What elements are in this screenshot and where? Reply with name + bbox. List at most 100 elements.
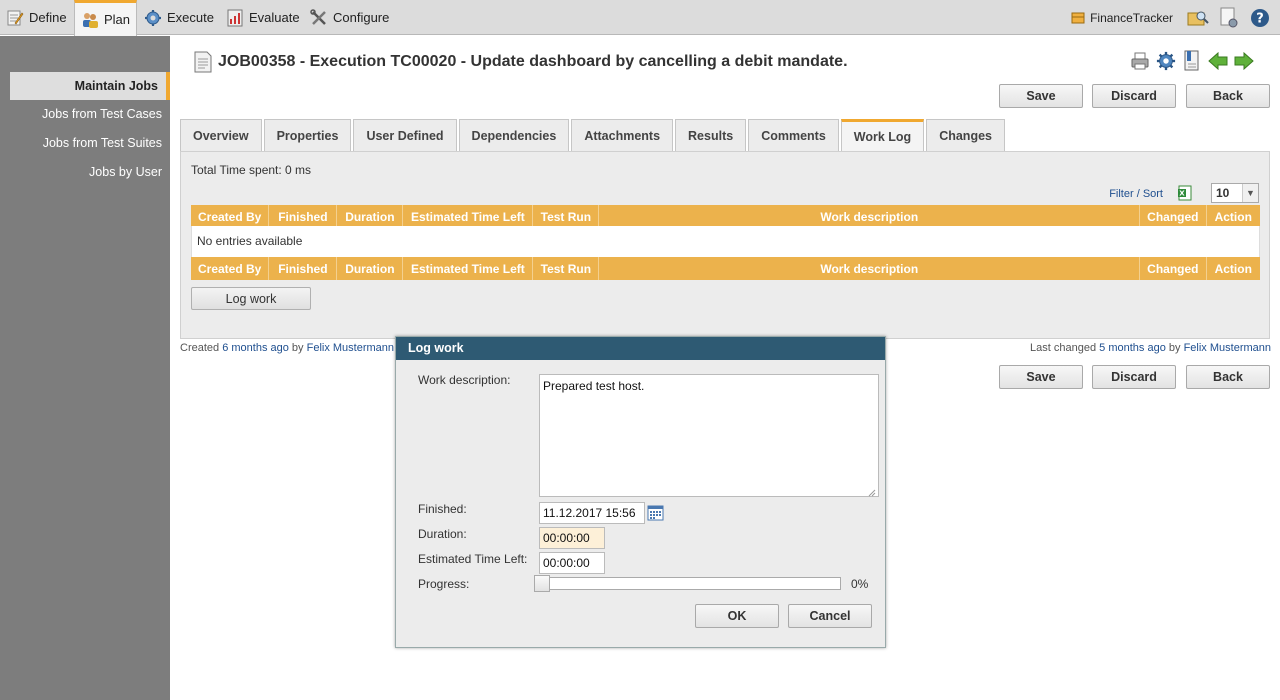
excel-export-icon[interactable]: X — [1177, 185, 1193, 201]
pencil-notepad-icon — [6, 9, 24, 27]
nav-define[interactable]: Define — [0, 0, 73, 35]
nav-define-label: Define — [29, 10, 67, 25]
last-changed-info: Last changed 5 months ago by Felix Muste… — [1030, 342, 1271, 354]
column-finished[interactable]: Finished — [268, 257, 338, 280]
svg-text:?: ? — [1256, 11, 1264, 26]
nav-configure-label: Configure — [333, 10, 390, 25]
column-duration[interactable]: Duration — [336, 205, 404, 228]
sidebar-item-jobs-from-test-cases[interactable]: Jobs from Test Cases — [42, 107, 162, 121]
work-description-textarea[interactable]: Prepared test host. — [539, 374, 879, 497]
progress-slider-handle[interactable] — [534, 575, 550, 592]
log-work-button[interactable]: Log work — [191, 287, 311, 310]
top-navigation-bar: Define Plan Execute Evaluate Configure F… — [0, 0, 1280, 36]
page-title: JOB00358 - Execution TC00020 - Update da… — [218, 53, 848, 70]
print-icon[interactable] — [1130, 50, 1150, 72]
ok-button[interactable]: OK — [695, 604, 779, 628]
save-button-top[interactable]: Save — [999, 84, 1083, 108]
users-plan-icon — [81, 11, 99, 29]
progress-label: Progress: — [418, 577, 470, 591]
discard-button-bottom[interactable]: Discard — [1092, 365, 1176, 389]
tab-attachments[interactable]: Attachments — [571, 119, 674, 151]
nav-plan-label: Plan — [104, 12, 131, 27]
created-info: Created 6 months ago by Felix Mustermann — [180, 342, 394, 354]
column-test-run[interactable]: Test Run — [532, 205, 600, 228]
column-estimated-time-left[interactable]: Estimated Time Left — [402, 257, 534, 280]
previous-arrow-icon[interactable] — [1208, 50, 1228, 72]
column-changed[interactable]: Changed — [1139, 257, 1207, 280]
tab-properties[interactable]: Properties — [263, 119, 352, 151]
column-work-description[interactable]: Work description — [598, 205, 1141, 228]
sidebar-item-jobs-by-user[interactable]: Jobs by User — [89, 165, 162, 179]
work-log-panel: Total Time spent: 0 ms Filter / Sort X 1… — [180, 151, 1270, 339]
empty-table-message: No entries available — [191, 226, 1260, 257]
changed-by-user-link[interactable]: Felix Mustermann — [1184, 342, 1271, 354]
tab-changes[interactable]: Changes — [926, 119, 1005, 151]
progress-slider-track[interactable] — [534, 577, 841, 590]
tools-icon — [310, 8, 328, 27]
tab-work-log[interactable]: Work Log — [840, 119, 925, 151]
tab-user-defined[interactable]: User Defined — [353, 119, 457, 151]
column-work-description[interactable]: Work description — [598, 257, 1141, 280]
back-button-top[interactable]: Back — [1186, 84, 1270, 108]
progress-percent: 0% — [851, 577, 869, 591]
column-created-by[interactable]: Created By — [191, 205, 270, 228]
project-selector[interactable]: FinanceTracker — [1071, 11, 1173, 25]
help-icon[interactable]: ? — [1249, 7, 1271, 29]
nav-execute-label: Execute — [167, 10, 214, 25]
gear-icon — [144, 9, 162, 27]
created-by-user-link[interactable]: Felix Mustermann — [307, 342, 394, 354]
column-created-by[interactable]: Created By — [191, 257, 270, 280]
settings-gear-icon[interactable] — [1156, 50, 1176, 72]
back-button-bottom[interactable]: Back — [1186, 365, 1270, 389]
estimated-time-left-input[interactable]: 00:00:00 — [539, 552, 605, 574]
tab-dependencies[interactable]: Dependencies — [458, 119, 570, 151]
cancel-button[interactable]: Cancel — [788, 604, 872, 628]
nav-evaluate[interactable]: Evaluate — [220, 0, 306, 35]
next-arrow-icon[interactable] — [1234, 50, 1254, 72]
document-icon — [192, 50, 214, 74]
changed-when-link[interactable]: 5 months ago — [1099, 342, 1166, 354]
column-finished[interactable]: Finished — [268, 205, 338, 228]
estimated-time-left-label: Estimated Time Left: — [418, 552, 528, 566]
page-size-select[interactable]: 10 ▼ — [1211, 183, 1259, 203]
column-estimated-time-left[interactable]: Estimated Time Left — [402, 205, 534, 228]
calendar-icon[interactable] — [647, 504, 664, 521]
tab-comments[interactable]: Comments — [748, 119, 839, 151]
duration-label: Duration: — [418, 527, 467, 541]
column-duration[interactable]: Duration — [336, 257, 404, 280]
work-log-table-header: Created By Finished Duration Estimated T… — [191, 205, 1260, 228]
nav-execute[interactable]: Execute — [138, 0, 220, 35]
nav-evaluate-label: Evaluate — [249, 10, 300, 25]
search-folder-icon[interactable] — [1187, 7, 1209, 29]
log-work-dialog: Log work Work description: Prepared test… — [395, 336, 886, 648]
sidebar-item-jobs-from-test-suites[interactable]: Jobs from Test Suites — [43, 136, 162, 150]
dialog-title[interactable]: Log work — [396, 337, 885, 360]
discard-button-top[interactable]: Discard — [1092, 84, 1176, 108]
top-right-toolbar: FinanceTracker ? — [1071, 0, 1280, 35]
filter-sort-link[interactable]: Filter / Sort — [1109, 188, 1163, 200]
nav-plan[interactable]: Plan — [74, 0, 138, 36]
changed-by-word: by — [1168, 342, 1181, 354]
nav-configure[interactable]: Configure — [304, 0, 395, 35]
bookmark-document-icon[interactable] — [1182, 50, 1202, 72]
column-test-run[interactable]: Test Run — [532, 257, 600, 280]
finished-input[interactable]: 11.12.2017 15:56 — [539, 502, 645, 524]
project-name: FinanceTracker — [1090, 10, 1173, 25]
project-box-icon — [1071, 11, 1085, 25]
svg-text:X: X — [1179, 190, 1185, 198]
work-log-table-footer: Created By Finished Duration Estimated T… — [191, 257, 1260, 280]
resize-grip-icon[interactable] — [868, 486, 876, 497]
created-when-link[interactable]: 6 months ago — [222, 342, 289, 354]
header-actions — [1124, 50, 1254, 72]
tab-results[interactable]: Results — [675, 119, 747, 151]
column-changed[interactable]: Changed — [1139, 205, 1207, 228]
column-action[interactable]: Action — [1206, 257, 1260, 280]
report-icon — [226, 9, 244, 27]
work-description-label: Work description: — [418, 373, 511, 387]
tab-overview[interactable]: Overview — [180, 119, 262, 151]
duration-input[interactable]: 00:00:00 — [539, 527, 605, 549]
column-action[interactable]: Action — [1206, 205, 1260, 228]
save-button-bottom[interactable]: Save — [999, 365, 1083, 389]
sidebar-item-maintain-jobs[interactable]: Maintain Jobs — [10, 72, 170, 100]
document-settings-icon[interactable] — [1218, 7, 1240, 29]
